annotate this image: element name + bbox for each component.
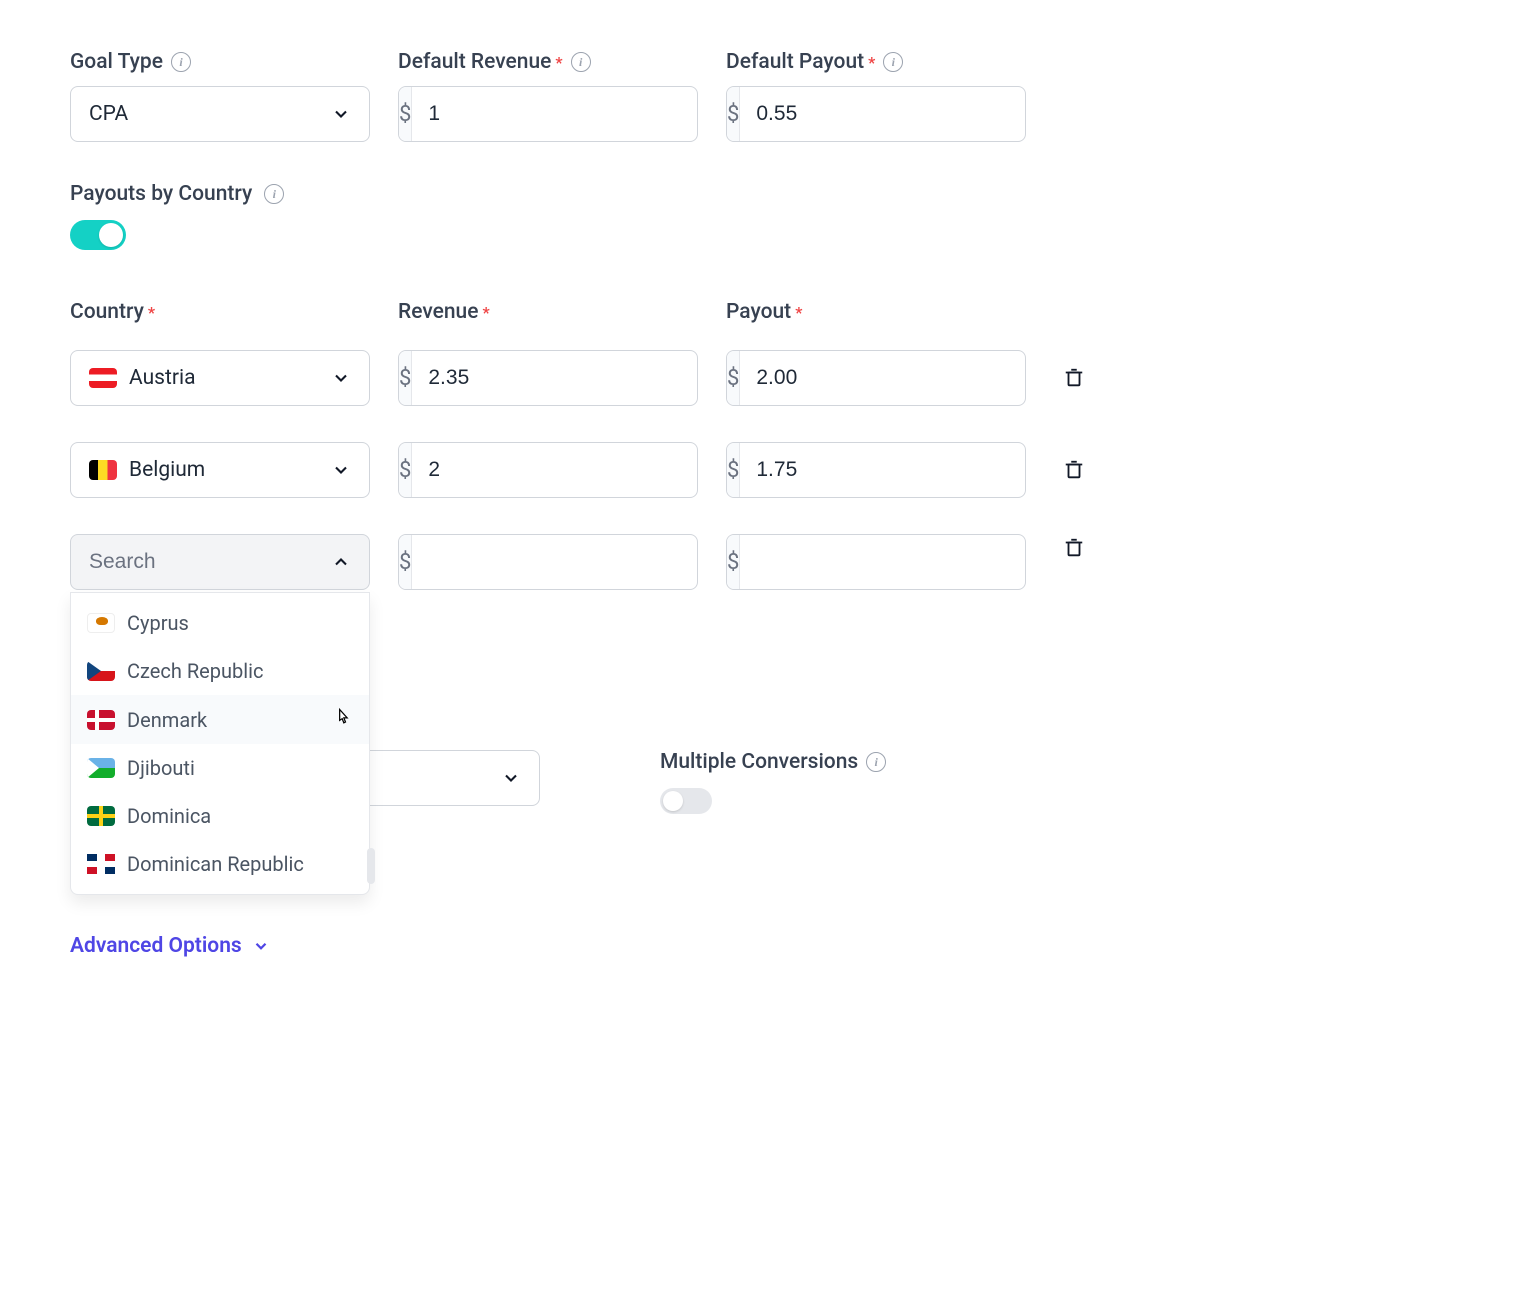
flag-icon [87, 710, 115, 730]
required-marker: * [555, 53, 562, 72]
country-search-open[interactable] [70, 534, 370, 590]
default-revenue-input-wrap: $ [398, 86, 698, 142]
country-dropdown-panel: Cyprus Czech Republic Denmark Djibouti [70, 592, 370, 895]
country-select[interactable]: Austria [70, 350, 370, 406]
required-marker: * [148, 303, 155, 322]
trash-icon [1063, 458, 1085, 482]
info-icon[interactable]: i [883, 52, 903, 72]
currency-symbol: $ [727, 443, 740, 497]
option-label: Denmark [127, 708, 207, 732]
option-label: Czech Republic [127, 659, 263, 683]
flag-icon [89, 460, 117, 480]
country-option[interactable]: Dominica [71, 792, 369, 840]
default-payout-input[interactable] [740, 87, 1026, 141]
option-label: Dominica [127, 804, 211, 828]
option-label: Djibouti [127, 756, 195, 780]
trash-icon [1063, 366, 1085, 390]
revenue-input[interactable] [412, 535, 698, 589]
delete-row-button[interactable] [1060, 534, 1088, 562]
payout-input[interactable] [740, 535, 1026, 589]
flag-icon [89, 368, 117, 388]
flag-icon [87, 806, 115, 826]
info-icon[interactable]: i [571, 52, 591, 72]
option-label: Cyprus [127, 611, 189, 635]
trash-icon [1063, 536, 1085, 560]
country-option[interactable]: Djibouti [71, 744, 369, 792]
chevron-up-icon [331, 552, 351, 572]
required-marker: * [795, 303, 802, 322]
currency-symbol: $ [399, 351, 412, 405]
required-marker: * [868, 53, 875, 72]
goal-type-select[interactable]: CPA [70, 86, 370, 142]
country-option[interactable]: Cyprus [71, 599, 369, 647]
chevron-down-icon [501, 768, 521, 788]
delete-row-button[interactable] [1060, 364, 1088, 392]
currency-symbol: $ [727, 87, 740, 141]
multiple-conversions-label: Multiple Conversions [660, 750, 858, 774]
revenue-input[interactable] [412, 443, 698, 497]
country-search-input[interactable] [89, 550, 331, 574]
info-icon[interactable]: i [171, 52, 191, 72]
multiple-conversions-toggle[interactable] [660, 788, 712, 814]
currency-symbol: $ [399, 535, 412, 589]
advanced-options-toggle[interactable]: Advanced Options [70, 934, 270, 958]
currency-symbol: $ [727, 351, 740, 405]
currency-symbol: $ [399, 87, 412, 141]
flag-icon [87, 613, 115, 633]
flag-icon [87, 661, 115, 681]
revenue-input[interactable] [412, 351, 698, 405]
required-marker: * [482, 303, 489, 322]
default-revenue-input[interactable] [412, 87, 698, 141]
currency-symbol: $ [727, 535, 740, 589]
goal-type-value: CPA [89, 102, 128, 126]
country-option[interactable]: Dominican Republic [71, 840, 369, 888]
flag-icon [87, 854, 115, 874]
flag-icon [87, 758, 115, 778]
country-option[interactable]: Denmark [71, 695, 369, 744]
country-value: Austria [129, 366, 196, 390]
default-revenue-label: Default Revenue [398, 50, 551, 74]
default-payout-label: Default Payout [726, 50, 864, 74]
option-label: Dominican Republic [127, 852, 304, 876]
country-value: Belgium [129, 458, 205, 482]
delete-row-button[interactable] [1060, 456, 1088, 484]
country-select[interactable]: Belgium [70, 442, 370, 498]
country-column-label: Country [70, 300, 144, 324]
payout-column-label: Payout [726, 300, 791, 324]
chevron-down-icon [331, 104, 351, 124]
payout-input[interactable] [740, 351, 1026, 405]
default-payout-input-wrap: $ [726, 86, 1026, 142]
revenue-column-label: Revenue [398, 300, 478, 324]
payout-input[interactable] [740, 443, 1026, 497]
payouts-by-country-toggle[interactable] [70, 220, 126, 250]
chevron-down-icon [331, 460, 351, 480]
currency-symbol: $ [399, 443, 412, 497]
chevron-down-icon [252, 937, 270, 955]
country-option[interactable]: Czech Republic [71, 647, 369, 695]
info-icon[interactable]: i [264, 184, 284, 204]
cursor-pointer-icon [333, 707, 353, 732]
info-icon[interactable]: i [866, 752, 886, 772]
goal-type-label: Goal Type [70, 50, 163, 74]
advanced-options-label: Advanced Options [70, 934, 242, 958]
payouts-by-country-label: Payouts by Country [70, 182, 252, 206]
chevron-down-icon [331, 368, 351, 388]
